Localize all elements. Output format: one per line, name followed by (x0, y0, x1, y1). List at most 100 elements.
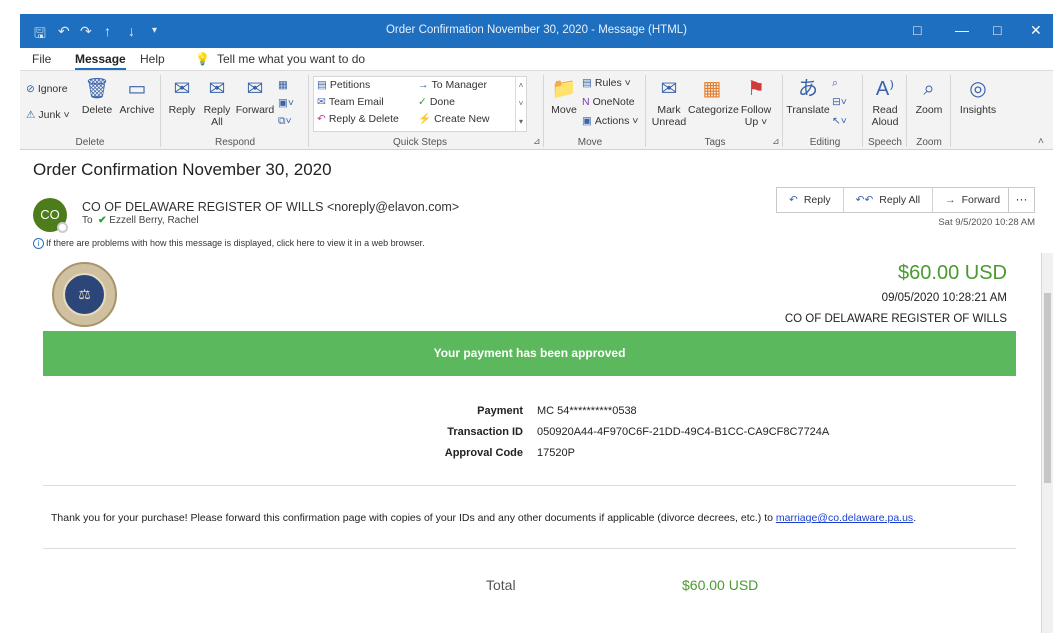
reply-all-button[interactable]: ↶↶ Reply All (844, 188, 934, 212)
actions-icon: ▣ (582, 115, 592, 127)
message-actions: ↶ Reply ↶↶ Reply All → Forward (776, 187, 1014, 213)
quick-step-to-manager[interactable]: → To Manager (418, 79, 487, 92)
detail-value: MC 54**********0538 (537, 405, 637, 417)
title-bar: 🖫 ↶ ↷ ↑ ↓ ▾ Order Confirmation November … (20, 14, 1053, 48)
archive-button[interactable]: ▭ Archive (116, 77, 158, 116)
quick-steps-launcher-icon[interactable]: ⊿ (533, 135, 541, 148)
close-button[interactable]: ✕ (1030, 22, 1042, 39)
follow-up-button[interactable]: ⚑ Follow Up ˅ (736, 77, 776, 128)
quick-step-reply-delete[interactable]: ↶ Reply & Delete (317, 113, 399, 126)
merchant-name: CO OF DELAWARE REGISTER OF WILLS (784, 313, 1007, 325)
ribbon-separator (645, 75, 646, 147)
select-icon[interactable]: ↖˅ (832, 115, 850, 128)
group-label-delete: Delete (75, 137, 105, 148)
ignore-button[interactable]: ⊘ Ignore (26, 83, 68, 96)
menu-file[interactable]: File (32, 52, 51, 66)
group-label-quick-steps: Quick Steps (393, 137, 447, 148)
payment-timestamp: 09/05/2020 10:28:21 AM (881, 292, 1007, 304)
tell-me-search[interactable]: Tell me what you want to do (217, 52, 365, 66)
reply-icon: ✉ (173, 78, 191, 100)
mark-unread-button[interactable]: ✉ Mark Unread (650, 77, 688, 128)
window-title: Order Confirmation November 30, 2020 - M… (385, 24, 688, 36)
detail-label: Transaction ID (447, 426, 523, 438)
move-button[interactable]: 📁 Move (547, 77, 581, 116)
quick-step-create-new[interactable]: ⚡ Create New (418, 113, 490, 126)
reply-all-ribbon-button[interactable]: ✉ Reply All (200, 77, 234, 128)
menu-help[interactable]: Help (140, 52, 165, 66)
detail-value: 17520P (537, 447, 575, 459)
divider (43, 548, 1016, 549)
quick-steps-scroll[interactable]: ˄ ˅ ▾ (515, 77, 526, 131)
scrollbar[interactable] (1041, 253, 1053, 633)
group-label-zoom: Zoom (916, 137, 942, 148)
envelope-icon: ✉ (660, 78, 678, 100)
detail-value: 050920A44-4F970C6F-21DD-49C4-B1CC-CA9CF8… (537, 426, 830, 438)
group-label-editing: Editing (809, 137, 841, 148)
team-email-icon: ✉ (317, 96, 326, 108)
group-label-respond: Respond (214, 137, 256, 148)
county-seal-logo: ⚖ (52, 262, 117, 327)
forward-icon: ✉ (246, 78, 264, 100)
maximize-button[interactable]: □ (993, 22, 1001, 38)
related-icon[interactable]: ⊟˅ (832, 96, 850, 109)
email-link[interactable]: marriage@co.delaware.pa.us (776, 512, 913, 524)
im-icon[interactable]: ▣˅ (278, 97, 297, 110)
translate-icon: あ (798, 78, 818, 100)
reply-ribbon-button[interactable]: ✉ Reply (165, 77, 199, 116)
quick-step-team-email[interactable]: ✉ Team Email (317, 96, 384, 109)
info-bar[interactable]: i If there are problems with how this mes… (33, 238, 425, 249)
ribbon-separator (543, 75, 544, 147)
move-folder-icon: 📁 (551, 78, 577, 100)
recipient-name[interactable]: Ezzell Berry, Rachel (109, 215, 198, 226)
ribbon-separator (950, 75, 951, 147)
presence-icon: ✔ (98, 215, 107, 226)
translate-button[interactable]: あ Translate (786, 77, 830, 116)
zoom-button[interactable]: ⌕ Zoom (910, 77, 948, 116)
group-label-speech: Speech (868, 137, 902, 148)
ribbon-separator (862, 75, 863, 147)
ignore-icon: ⊘ (26, 83, 35, 95)
recipient-line: To ✔ Ezzell Berry, Rachel (82, 215, 199, 226)
menu-message[interactable]: Message (75, 52, 126, 71)
minimize-button[interactable]: — (955, 22, 969, 38)
detail-label: Payment (477, 405, 523, 417)
thank-you-message: Thank you for your purchase! Please forw… (51, 512, 917, 524)
quick-step-petitions[interactable]: ▤ Petitions (317, 79, 370, 92)
onenote-button[interactable]: N OneNote (582, 96, 635, 109)
reply-all-icon: ↶↶ (855, 194, 874, 206)
onenote-icon: N (582, 96, 590, 108)
junk-button[interactable]: ⚠ Junk ˅ (26, 109, 70, 122)
info-icon: i (33, 238, 44, 249)
more-respond-icon[interactable]: ⧉˅ (278, 115, 295, 128)
ribbon-separator (308, 75, 309, 147)
quick-step-done[interactable]: ✓ Done (418, 96, 455, 109)
group-label-tags: Tags (704, 137, 726, 148)
scrollbar-thumb[interactable] (1044, 293, 1051, 483)
more-actions-button[interactable]: ··· (1008, 187, 1035, 213)
archive-icon: ▭ (127, 78, 147, 100)
categorize-icon: ▦ (702, 78, 722, 100)
find-icon[interactable]: ⌕ (832, 77, 841, 90)
flag-icon: ⚑ (747, 78, 765, 100)
ribbon-display-button[interactable]: □ (913, 22, 921, 38)
quick-steps-gallery: ▤ Petitions ✉ Team Email ↶ Reply & Delete →… (313, 76, 527, 132)
insights-button[interactable]: ◎ Insights (956, 77, 1000, 116)
collapse-ribbon-icon[interactable]: ˄ (1038, 135, 1044, 148)
delete-button[interactable]: 🗑 Delete (78, 77, 116, 116)
categorize-button[interactable]: ▦ Categorize (688, 77, 739, 116)
read-aloud-button[interactable]: A⁾ Read Aloud (866, 77, 904, 128)
ribbon-separator (160, 75, 161, 147)
actions-button[interactable]: ▣ Actions ˅ (582, 115, 638, 128)
tags-launcher-icon[interactable]: ⊿ (772, 135, 780, 148)
sender-name[interactable]: CO OF DELAWARE REGISTER OF WILLS <norepl… (82, 200, 459, 214)
forward-ribbon-button[interactable]: ✉ Forward (234, 77, 276, 116)
reply-button[interactable]: ↶ Reply (777, 188, 844, 212)
group-label-move: Move (577, 137, 603, 148)
meeting-icon[interactable]: ▦ (278, 79, 291, 92)
forward-button[interactable]: → Forward (933, 188, 1012, 212)
message-subject: Order Confirmation November 30, 2020 (33, 160, 332, 179)
detail-label: Approval Code (444, 447, 523, 459)
ribbon: ⊘ Ignore ⚠ Junk ˅ 🗑 Delete ▭ Archive Delete … (20, 70, 1053, 150)
rules-button[interactable]: ▤ Rules ˅ (582, 77, 631, 90)
check-icon: ✓ (418, 96, 427, 108)
